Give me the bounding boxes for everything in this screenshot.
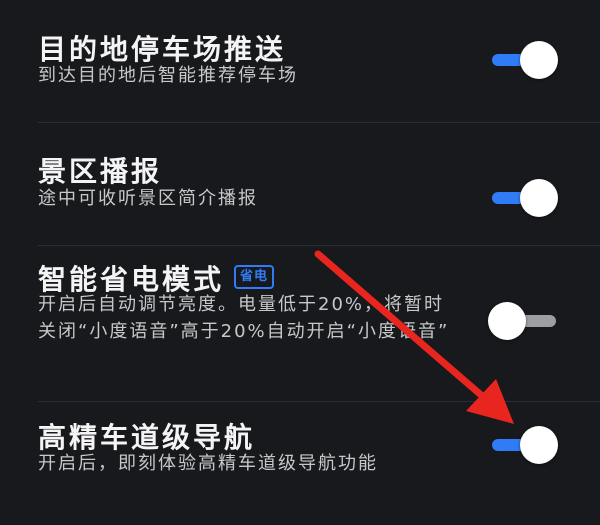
parking-push-toggle[interactable]: [488, 40, 558, 80]
setting-description: 开启后，即刻体验高精车道级导航功能: [38, 453, 378, 474]
toggle-knob: [520, 179, 558, 217]
setting-title: 景区播报: [38, 155, 163, 188]
lane-navigation-toggle[interactable]: [488, 425, 558, 465]
toggle-knob: [520, 41, 558, 79]
setting-description: 到达目的地后智能推荐停车场: [38, 65, 298, 86]
setting-row-lane-navigation: 高精车道级导航 开启后，即刻体验高精车道级导航功能: [0, 402, 600, 525]
setting-row-power-saving: 智能省电模式 省电 开启后自动调节亮度。电量低于20%，将暂时关闭“小度语音”高于…: [0, 246, 600, 401]
setting-row-parking-push: 目的地停车场推送 到达目的地后智能推荐停车场: [0, 0, 600, 122]
setting-description: 开启后自动调节亮度。电量低于20%，将暂时关闭“小度语音”高于20%自动开启“小…: [38, 294, 450, 342]
setting-description: 途中可收听景区简介播报: [38, 188, 258, 209]
power-saving-toggle[interactable]: [488, 301, 558, 341]
setting-row-scenic-broadcast: 景区播报 途中可收听景区简介播报: [0, 123, 600, 245]
power-saving-badge: 省电: [234, 265, 275, 289]
settings-screen: 目的地停车场推送 到达目的地后智能推荐停车场 景区播报 途中可收听景区简介播报 …: [0, 0, 600, 525]
toggle-knob: [520, 426, 558, 464]
toggle-knob: [488, 302, 526, 340]
scenic-broadcast-toggle[interactable]: [488, 178, 558, 218]
